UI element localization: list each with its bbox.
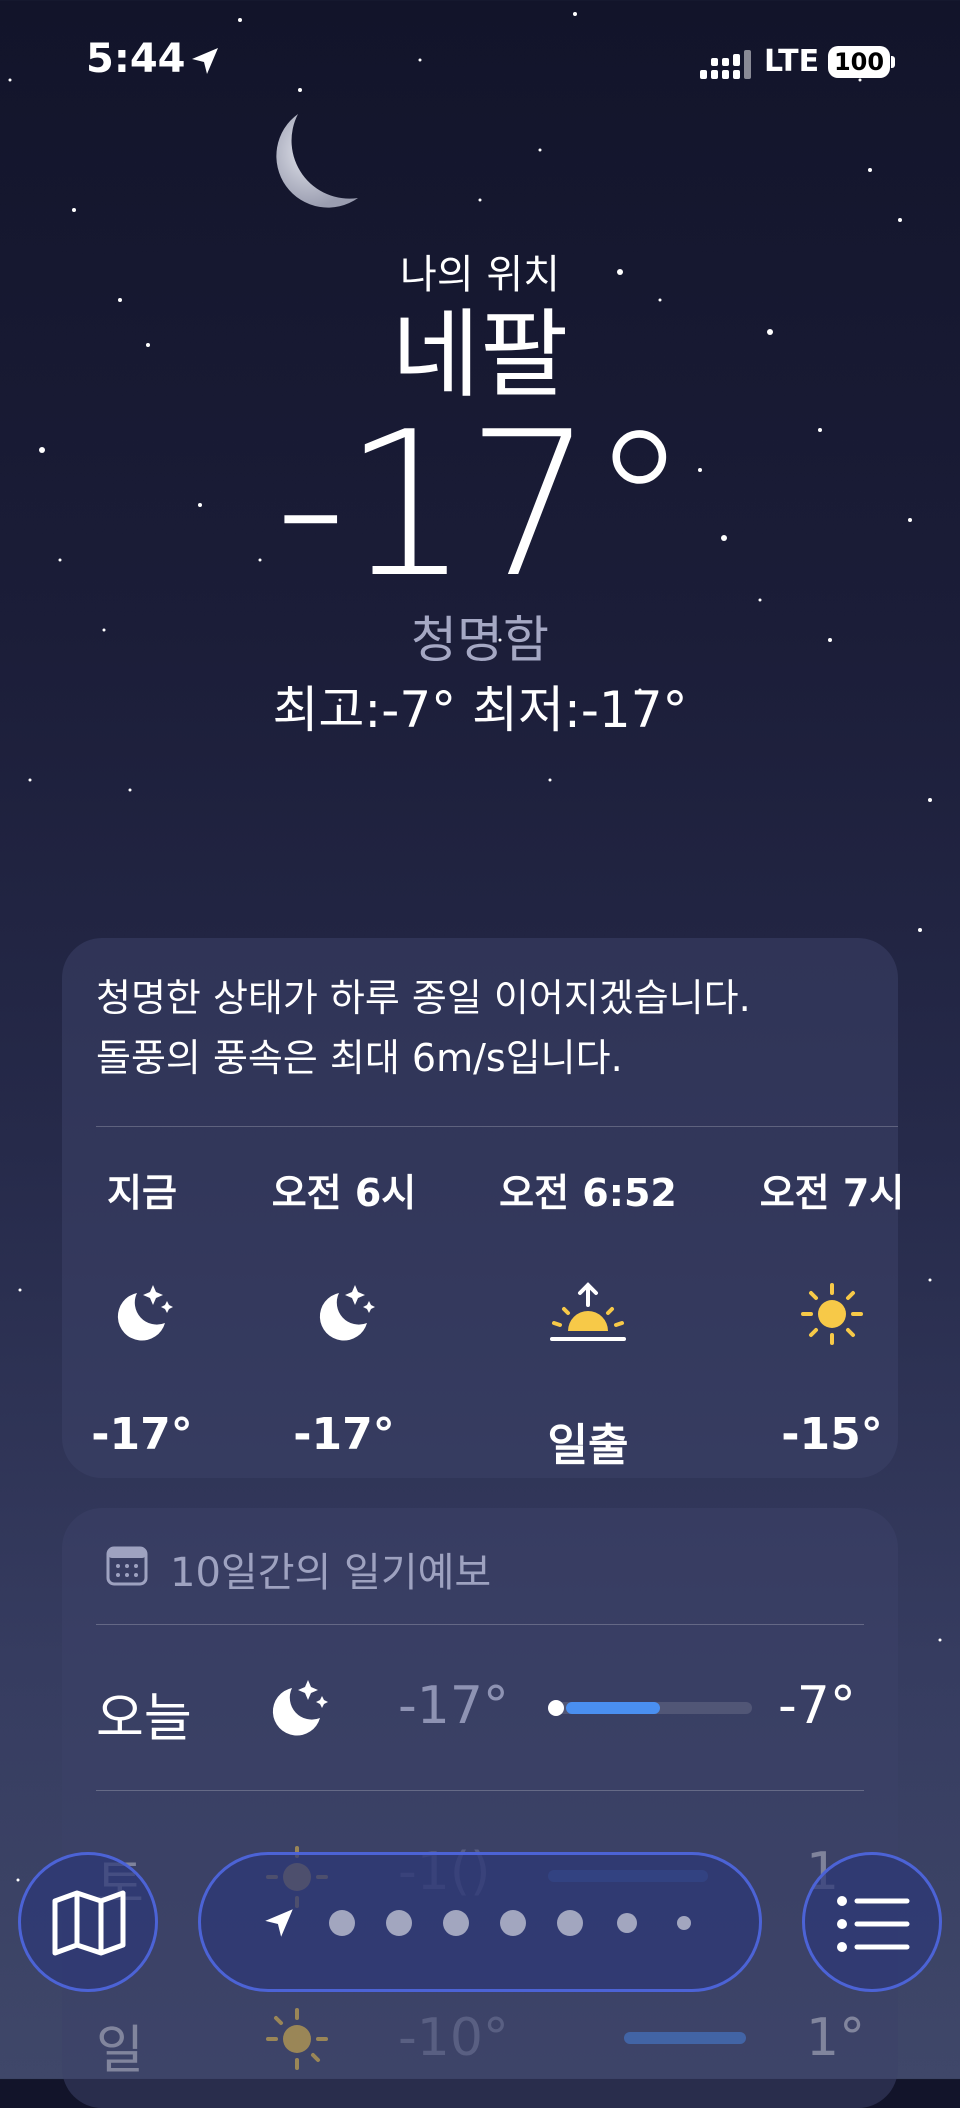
temperature-range-bar	[566, 1702, 660, 1714]
sun-icon	[732, 1279, 932, 1349]
hour-temperature: -15°	[781, 1409, 883, 1460]
divider	[96, 1790, 864, 1791]
divider	[96, 1126, 898, 1127]
map-icon	[52, 1890, 126, 1956]
hour-item: 오전 6:52 일출	[488, 1162, 688, 1473]
high-low-temperature: 최고:-7° 최저:-17°	[272, 681, 688, 739]
hour-item: 오전 7시 -15°	[732, 1162, 932, 1460]
ten-day-forecast-title: 10일간의 일기예보	[170, 1550, 492, 1596]
moon-stars-icon	[272, 1680, 328, 1736]
location-services-icon	[192, 48, 218, 74]
my-location-label: 나의 위치	[400, 252, 560, 298]
moon-icon	[276, 114, 358, 208]
network-type: LTE	[764, 44, 820, 79]
forecast-summary: 청명한 상태가 하루 종일 이어지겠습니다. 돌풍의 풍속은 최대 6m/s입니…	[96, 968, 876, 1088]
page-dot[interactable]	[617, 1913, 637, 1933]
hour-item: 오전 6시 -17°	[244, 1162, 444, 1460]
page-dot[interactable]	[443, 1910, 469, 1936]
list-icon	[837, 1896, 910, 1952]
battery-tip	[891, 56, 895, 68]
page-dot[interactable]	[500, 1910, 526, 1936]
calendar-icon	[106, 1546, 148, 1586]
battery-level: 100	[828, 46, 890, 78]
map-button[interactable]	[18, 1852, 158, 1992]
moon-stars-icon	[42, 1279, 242, 1349]
hour-label: 오전 6:52	[499, 1171, 677, 1215]
daily-row-high: -7°	[778, 1676, 856, 1736]
hour-label: 지금	[107, 1171, 177, 1215]
hour-temperature: -17°	[91, 1409, 193, 1460]
divider	[96, 1624, 864, 1625]
daily-row-low: -10°	[398, 2008, 509, 2068]
hour-item: 지금 -17°	[42, 1162, 242, 1460]
location-arrow-icon[interactable]	[261, 1905, 297, 1941]
page-dot[interactable]	[557, 1910, 583, 1936]
current-temperature: -17°	[274, 389, 690, 622]
hour-temperature: -17°	[293, 1409, 395, 1460]
sun-icon	[266, 2008, 328, 2070]
page-dot[interactable]	[677, 1916, 691, 1930]
page-dot[interactable]	[386, 1910, 412, 1936]
hour-sunrise-label: 일출	[547, 1420, 629, 1471]
location-page-indicator[interactable]	[198, 1852, 762, 1992]
weather-condition: 청명함	[411, 611, 549, 669]
daily-row-high: 1°	[806, 2008, 866, 2068]
status-time: 5:44	[86, 36, 186, 82]
moon-stars-icon	[244, 1279, 444, 1349]
daily-row-low: -17°	[398, 1676, 509, 1736]
current-temp-dot	[548, 1700, 564, 1716]
hour-label: 오전 7시	[759, 1171, 905, 1215]
hour-label: 오전 6시	[271, 1171, 417, 1215]
page-dot[interactable]	[329, 1910, 355, 1936]
sunrise-icon	[488, 1279, 688, 1349]
summary-line: 돌풍의 풍속은 최대 6m/s입니다.	[96, 1036, 623, 1080]
temperature-range-bar	[624, 2032, 746, 2044]
daily-row-day: 오늘	[96, 1689, 192, 1749]
cellular-signal-icon	[700, 50, 751, 79]
summary-line: 청명한 상태가 하루 종일 이어지겠습니다.	[96, 976, 751, 1020]
daily-row-day: 일	[96, 2021, 144, 2081]
location-list-button[interactable]	[802, 1852, 942, 1992]
